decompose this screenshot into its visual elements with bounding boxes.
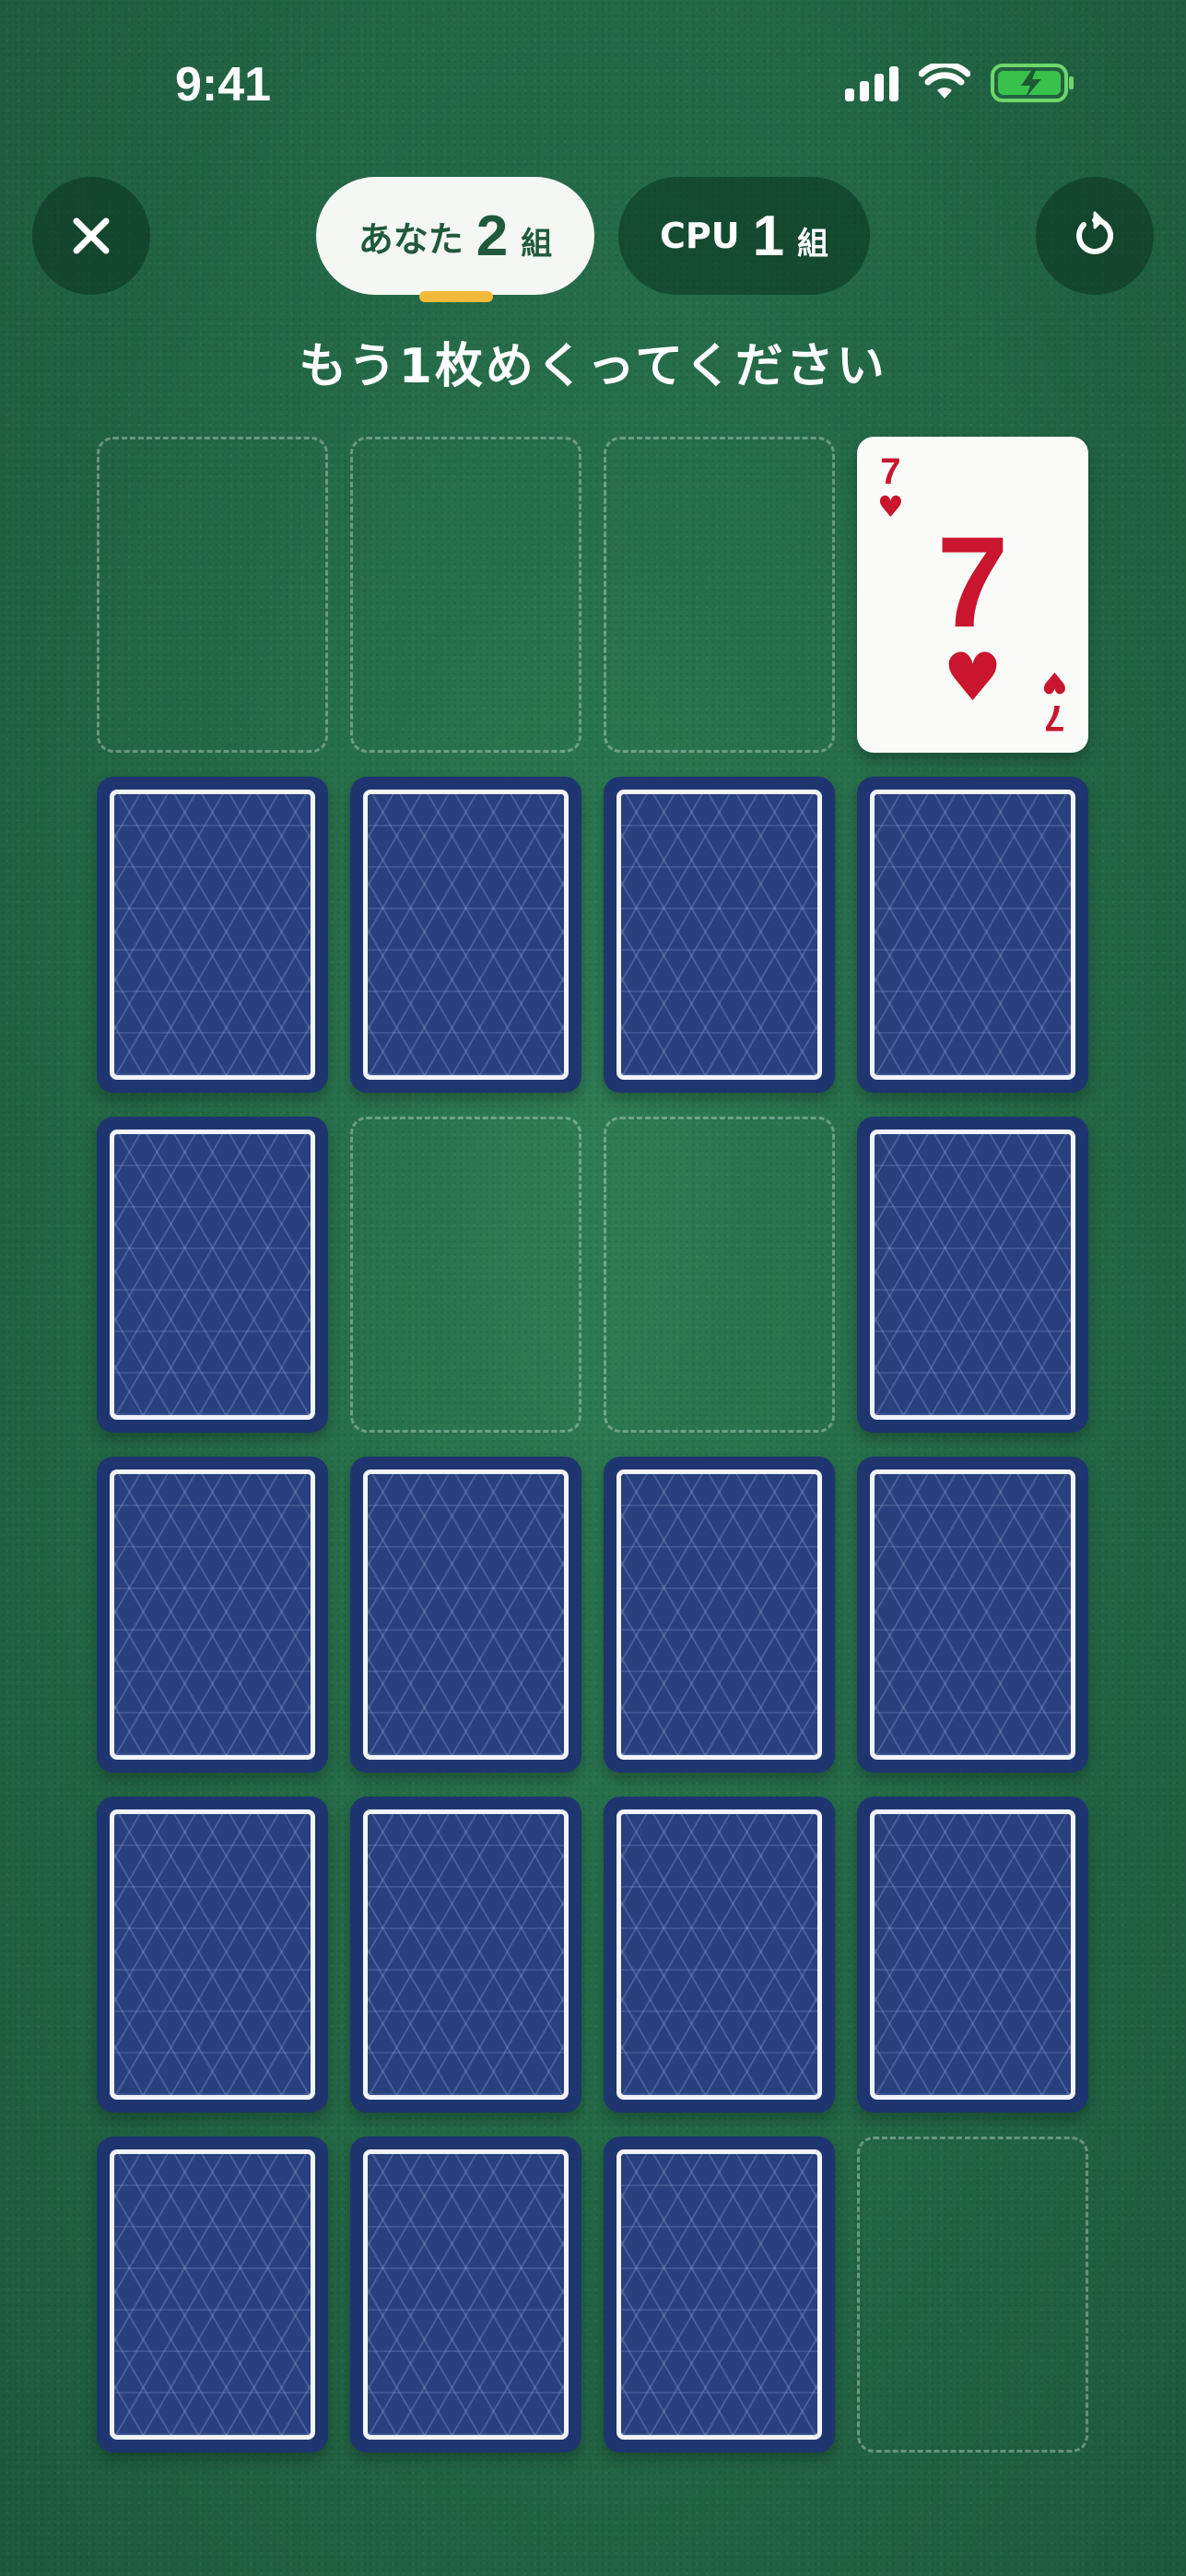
face-down-card[interactable] xyxy=(350,2137,581,2453)
close-icon xyxy=(73,217,110,254)
heart-suit-icon: ♥ xyxy=(1041,665,1068,700)
face-up-card: 7 ♥ 7 ♥ 7 ♥ xyxy=(857,437,1088,753)
face-down-card[interactable] xyxy=(857,1457,1088,1773)
face-down-card[interactable] xyxy=(604,1797,835,2113)
empty-card-slot xyxy=(857,2137,1088,2453)
status-time: 9:41 xyxy=(175,58,272,111)
cpu-pair-unit: 組 xyxy=(797,225,829,263)
player-score-pill: あなた 2 組 xyxy=(316,177,594,295)
card-back-pattern xyxy=(363,790,569,1080)
card-back-pattern xyxy=(363,1809,569,2100)
status-icons xyxy=(845,63,1075,103)
empty-card-slot xyxy=(350,1117,581,1433)
active-turn-indicator xyxy=(419,291,493,302)
player-pair-count: 2 xyxy=(476,204,509,268)
card-corner-rank: 7 xyxy=(1044,697,1065,738)
card-back-pattern xyxy=(870,790,1075,1080)
card-back-pattern xyxy=(110,1809,315,2100)
face-down-card[interactable] xyxy=(350,777,581,1093)
turn-instruction: もう1枚めくってください xyxy=(299,339,887,394)
card-back-pattern xyxy=(363,2149,569,2440)
card-back-pattern xyxy=(110,790,315,1080)
close-button[interactable] xyxy=(32,177,150,295)
card-board: 7 ♥ 7 ♥ 7 ♥ xyxy=(97,437,1088,2453)
battery-charging-icon xyxy=(991,64,1074,102)
card-back-pattern xyxy=(363,1469,569,1760)
face-down-card[interactable] xyxy=(97,1457,328,1773)
card-corner-rank: 7 xyxy=(880,451,901,492)
card-back-pattern xyxy=(870,1130,1075,1420)
card-back-pattern xyxy=(110,2149,315,2440)
face-down-card[interactable] xyxy=(97,1797,328,2113)
card-back-pattern xyxy=(616,2149,822,2440)
face-down-card[interactable] xyxy=(97,1117,328,1433)
face-down-card[interactable] xyxy=(97,2137,328,2453)
empty-card-slot xyxy=(97,437,328,753)
wifi-icon xyxy=(919,64,970,99)
signal-icon xyxy=(845,64,898,101)
face-down-card[interactable] xyxy=(857,1117,1088,1433)
card-back-pattern xyxy=(870,1469,1075,1760)
player-label: あなた xyxy=(358,218,464,260)
face-down-card[interactable] xyxy=(857,777,1088,1093)
card-back-pattern xyxy=(110,1469,315,1760)
cpu-pair-count: 1 xyxy=(752,204,785,268)
face-down-card[interactable] xyxy=(857,1797,1088,2113)
card-back-pattern xyxy=(616,1469,822,1760)
face-down-card[interactable] xyxy=(604,777,835,1093)
card-corner-bottom: 7 ♥ xyxy=(1041,665,1068,738)
card-corner-top: 7 ♥ xyxy=(877,453,904,521)
face-down-card[interactable] xyxy=(604,2137,835,2453)
face-down-card[interactable] xyxy=(97,777,328,1093)
restart-button[interactable] xyxy=(1036,177,1154,295)
card-back-pattern xyxy=(110,1130,315,1420)
player-pair-unit: 組 xyxy=(521,225,553,263)
card-back-pattern xyxy=(870,1809,1075,2100)
empty-card-slot xyxy=(604,1117,835,1433)
restart-icon xyxy=(1076,211,1114,254)
card-back-pattern xyxy=(616,1809,822,2100)
empty-card-slot xyxy=(350,437,581,753)
face-down-card[interactable] xyxy=(604,1457,835,1773)
card-back-pattern xyxy=(616,790,822,1080)
cpu-score-pill: CPU 1 組 xyxy=(618,177,870,295)
card-center-rank: 7 xyxy=(936,509,1009,654)
empty-card-slot xyxy=(604,437,835,753)
face-down-card[interactable] xyxy=(350,1457,581,1773)
cpu-label: CPU xyxy=(659,216,740,256)
face-down-card[interactable] xyxy=(350,1797,581,2113)
